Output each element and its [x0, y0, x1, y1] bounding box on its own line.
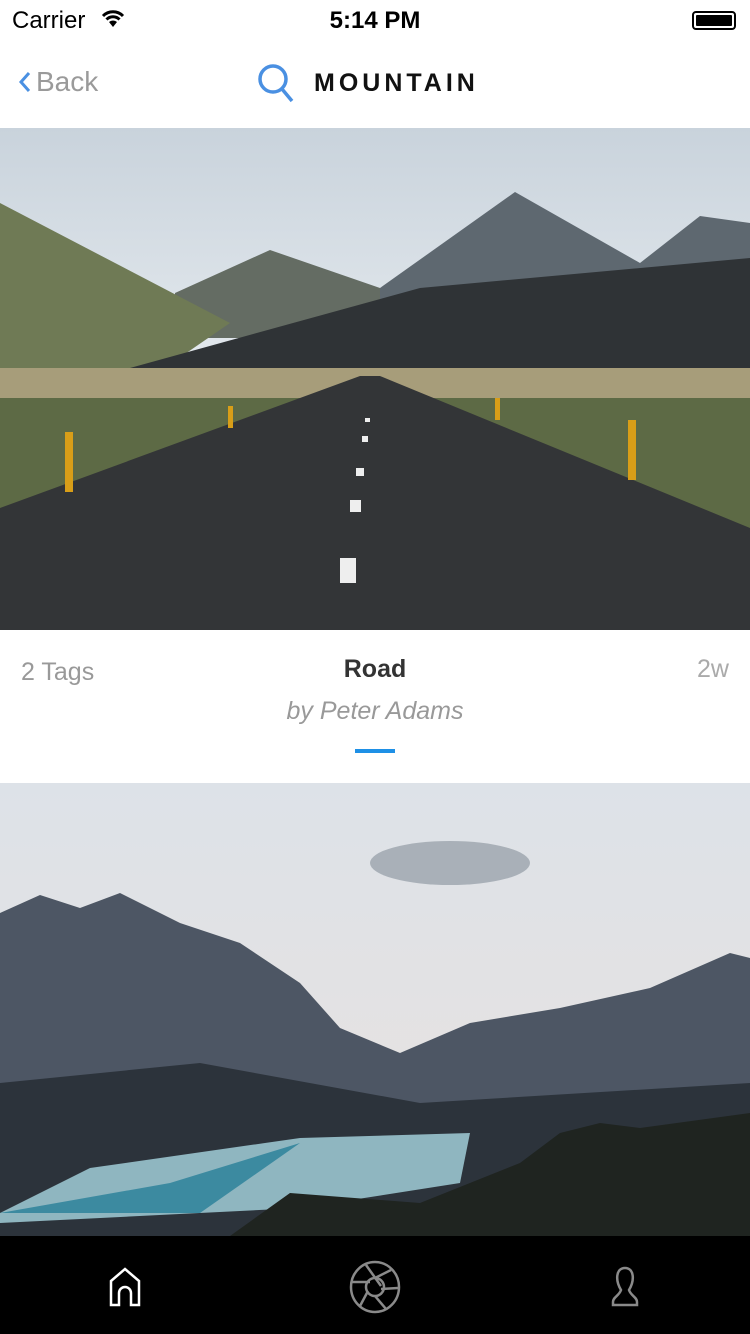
post-photo-lake[interactable]: [0, 783, 750, 1236]
post-age: 2w: [697, 655, 729, 683]
back-button[interactable]: Back: [18, 66, 98, 98]
post-author[interactable]: by Peter Adams: [0, 697, 750, 726]
profile-icon: [611, 1266, 639, 1307]
road-landscape-image: [0, 128, 750, 630]
mountain-lake-image: [0, 783, 750, 1236]
clock: 5:14 PM: [329, 7, 421, 34]
title-text: MOUNTAIN: [314, 68, 479, 97]
tab-profile[interactable]: [598, 1260, 652, 1314]
status-bar: Carrier 5:14 PM: [0, 0, 750, 40]
post-photo-road[interactable]: [0, 128, 750, 630]
navigation-bar: Back MOUNTAIN: [0, 40, 750, 128]
tab-camera[interactable]: [348, 1260, 402, 1314]
search-icon[interactable]: [256, 62, 296, 104]
home-icon: [109, 1267, 141, 1307]
accent-divider: [355, 749, 395, 753]
page-title: MOUNTAIN: [256, 62, 479, 104]
tab-home[interactable]: [98, 1260, 152, 1314]
battery-icon: [692, 11, 736, 30]
chevron-left-icon: [18, 72, 31, 92]
back-label: Back: [36, 66, 99, 97]
post-info: 2 Tags Road 2w by Peter Adams: [0, 630, 750, 783]
post-title: Road: [343, 655, 407, 683]
tab-bar: [0, 1236, 750, 1334]
camera-aperture-icon: [349, 1260, 401, 1314]
